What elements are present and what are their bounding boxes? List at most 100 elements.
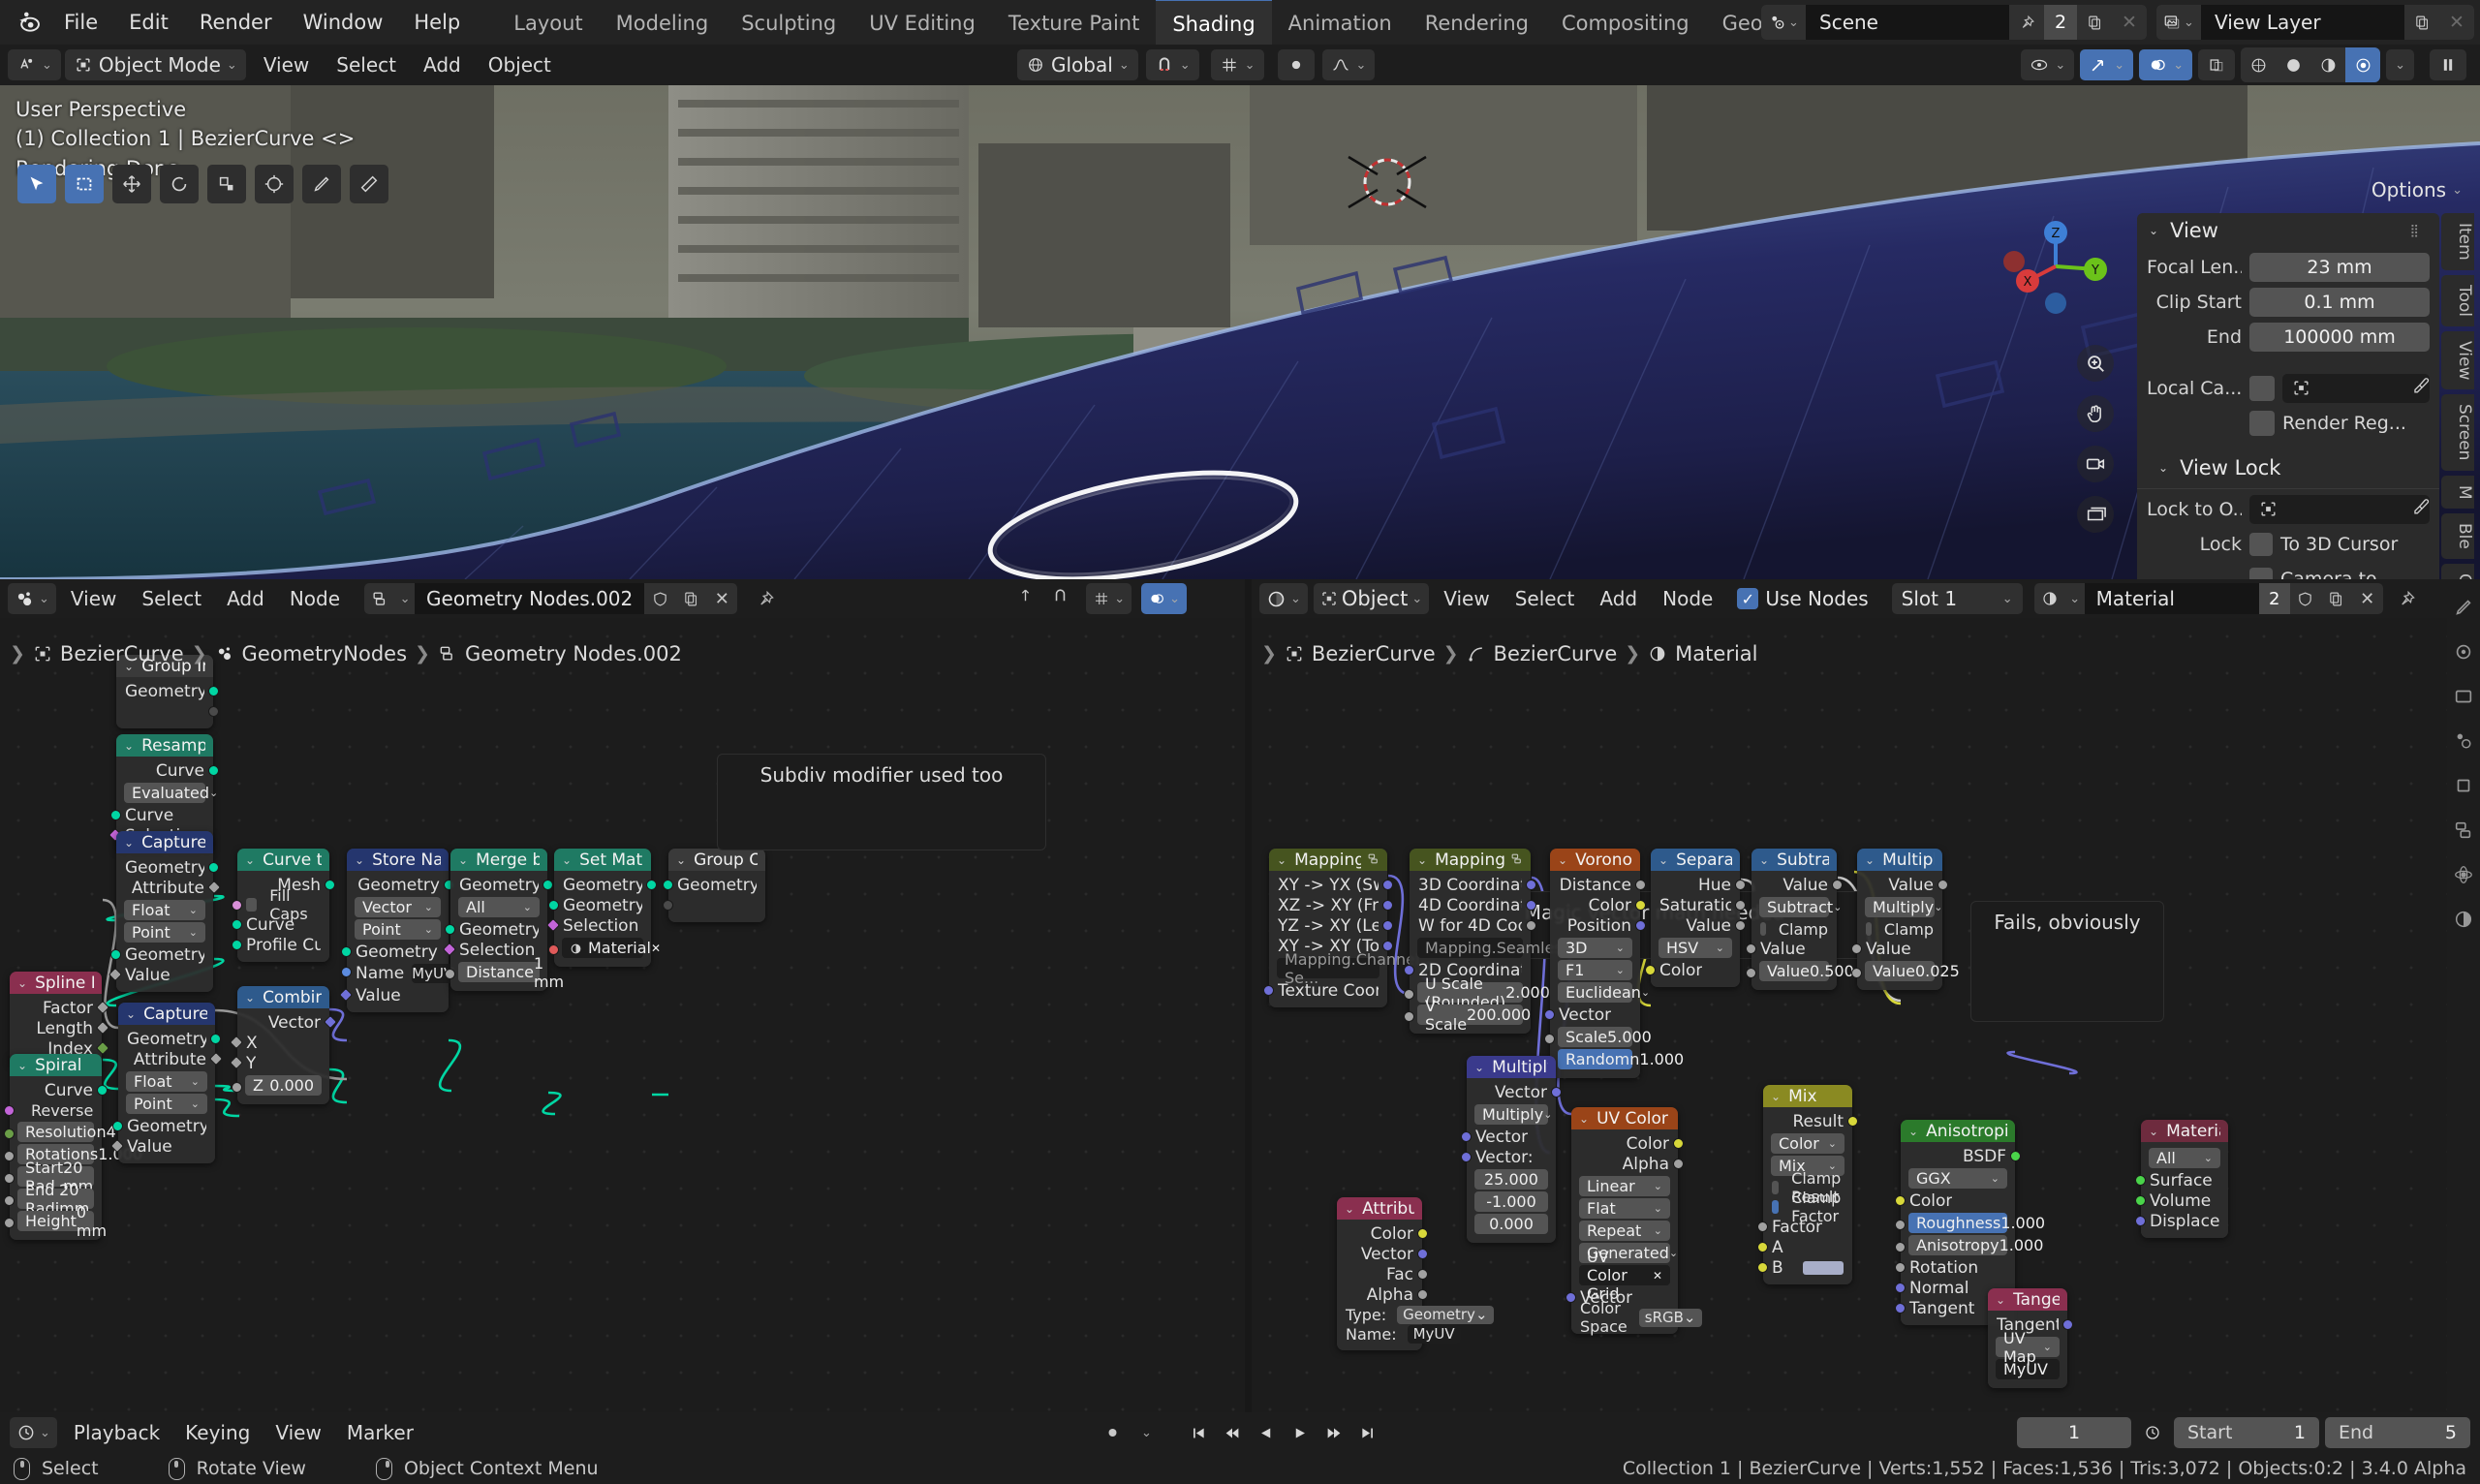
jump-to-end-icon[interactable] bbox=[1352, 1418, 1383, 1447]
node-group-output[interactable]: ⌄ Group Output Geometry bbox=[663, 849, 765, 922]
workspace-tab-shading[interactable]: Shading bbox=[1156, 0, 1272, 45]
node-dropdown[interactable]: Multiply ⌄ bbox=[1865, 897, 1942, 917]
editor-type-3dview-icon[interactable]: ⌄ bbox=[8, 49, 61, 80]
chevron-down-icon[interactable]: ⌄ bbox=[1474, 1061, 1484, 1074]
node-output-icon[interactable] bbox=[1016, 587, 1041, 610]
node-socket[interactable] bbox=[1551, 1087, 1562, 1098]
node-socket[interactable] bbox=[232, 940, 242, 950]
node-checkbox-row[interactable]: Reverse bbox=[4, 1100, 102, 1120]
play-reverse-icon[interactable] bbox=[1251, 1418, 1282, 1447]
panel-grip-icon[interactable]: ⣿ bbox=[2409, 224, 2420, 238]
transform-orientation-selector[interactable]: Global ⌄ bbox=[1017, 49, 1138, 80]
node-dropdown[interactable]: Flat ⌄ bbox=[1579, 1198, 1670, 1219]
eyedropper-icon[interactable] bbox=[2411, 377, 2430, 400]
node-snap-target-icon[interactable]: ⌄ bbox=[1086, 583, 1132, 614]
workspace-tab-modeling[interactable]: Modeling bbox=[600, 0, 726, 45]
node-name-row[interactable]: Name: MyUV bbox=[1337, 1324, 1461, 1344]
geometry-nodes-tree-name[interactable]: Geometry Nodes.002 bbox=[415, 583, 645, 614]
sh-menu-node[interactable]: Node bbox=[1650, 584, 1725, 613]
node-dropdown[interactable]: Color ⌄ bbox=[1771, 1133, 1844, 1154]
node-socket[interactable] bbox=[1461, 1131, 1472, 1142]
chevron-down-icon[interactable]: ⌄ bbox=[355, 853, 364, 867]
snap-icon[interactable]: ⌄ bbox=[1145, 49, 1199, 80]
node-value-field[interactable]: Randomn 1.000 bbox=[1558, 1049, 1684, 1069]
node-socket[interactable] bbox=[1544, 1034, 1555, 1044]
node-socket[interactable] bbox=[208, 686, 219, 696]
transform-tool-icon[interactable] bbox=[255, 165, 294, 203]
node-curve-to-mesh[interactable]: ⌄ Curve to MeshMeshFill CapsCurveProfile … bbox=[232, 849, 335, 962]
chevron-down-icon[interactable]: ⌄ bbox=[17, 1059, 27, 1072]
chevron-down-icon[interactable]: ⌄ bbox=[245, 991, 255, 1005]
node-vector-component[interactable]: -1.000 bbox=[1474, 1191, 1548, 1212]
node-separate-color[interactable]: ⌄ Separate Color HueSaturationValue HSV ⌄ Col… bbox=[1645, 849, 1746, 987]
node-socket[interactable] bbox=[232, 1082, 242, 1093]
node-dropdown[interactable]: HSV ⌄ bbox=[1658, 938, 1732, 958]
node-socket[interactable] bbox=[1735, 900, 1746, 911]
gn-menu-view[interactable]: View bbox=[58, 584, 129, 613]
material-slot-selector[interactable]: Slot 1 ⌄ bbox=[1891, 583, 2023, 614]
workspace-tab-layout[interactable]: Layout bbox=[497, 0, 599, 45]
gn-menu-add[interactable]: Add bbox=[214, 584, 277, 613]
new-datablock-icon[interactable] bbox=[675, 583, 707, 614]
workspace-tab-compositing[interactable]: Compositing bbox=[1545, 0, 1706, 45]
scene-close-icon[interactable]: ✕ bbox=[2112, 5, 2147, 40]
node-dropdown[interactable]: Evaluated ⌄ bbox=[124, 783, 218, 803]
node-socket[interactable] bbox=[646, 880, 657, 890]
proportional-edit-icon[interactable] bbox=[1277, 49, 1315, 80]
node-socket[interactable] bbox=[1746, 968, 1756, 978]
node-mapping-channel-separator[interactable]: ⌄Mapping.Channel SeparatorXY -> YX (Swap… bbox=[1263, 849, 1433, 1007]
node-merge-by-distance[interactable]: ⌄Merge by DistanceGeometryAll⌄GeometrySe… bbox=[442, 849, 564, 991]
shader-type-selector[interactable]: Object ⌄ bbox=[1313, 583, 1430, 614]
node-checkbox-row[interactable]: Clamp bbox=[1752, 919, 1837, 939]
workspace-tab-texture-paint[interactable]: Texture Paint bbox=[992, 0, 1157, 45]
node-socket[interactable] bbox=[1404, 989, 1414, 1000]
node-dropdown[interactable]: Point ⌄ bbox=[355, 919, 441, 940]
node-socket[interactable] bbox=[1417, 1269, 1428, 1280]
chevron-down-icon[interactable]: ⌄ bbox=[1277, 853, 1286, 867]
sh-breadcrumb-data[interactable]: BezierCurve bbox=[1494, 642, 1618, 665]
material-icon[interactable] bbox=[2033, 583, 2065, 614]
lock-to-object-field[interactable] bbox=[2249, 494, 2430, 524]
ortho-persp-toggle-icon[interactable] bbox=[2077, 496, 2114, 533]
jump-to-start-icon[interactable] bbox=[1183, 1418, 1214, 1447]
node-socket[interactable] bbox=[229, 1055, 244, 1070]
eyedropper-icon-2[interactable] bbox=[2411, 498, 2430, 521]
node-material-output[interactable]: ⌄ Material Output All ⌄ SurfaceVolumeDisplac… bbox=[2135, 1120, 2228, 1238]
node-checkbox-row[interactable]: Clamp bbox=[1857, 919, 1942, 939]
zoom-icon[interactable] bbox=[2077, 345, 2114, 382]
node-socket[interactable] bbox=[1735, 920, 1746, 931]
node-value-field[interactable]: Roughness 1.000 bbox=[1908, 1213, 2045, 1233]
sidebar-tab-screen[interactable]: Screen bbox=[2441, 394, 2474, 471]
sidebar-tab-tool[interactable]: Tool bbox=[2441, 274, 2474, 326]
node-socket[interactable] bbox=[208, 765, 219, 776]
node-dropdown[interactable]: Point ⌄ bbox=[126, 1094, 207, 1114]
node-socket[interactable] bbox=[95, 1020, 110, 1036]
node-socket[interactable] bbox=[208, 1051, 224, 1067]
viewlayer-close-icon[interactable]: ✕ bbox=[2439, 5, 2474, 40]
cursor-tool-icon[interactable] bbox=[17, 165, 56, 203]
node-socket[interactable] bbox=[341, 946, 352, 957]
node-socket[interactable] bbox=[4, 1195, 15, 1206]
jump-prev-keyframe-icon[interactable] bbox=[1217, 1418, 1248, 1447]
node-combine-xyz[interactable]: ⌄ Combine XYZ Vector XYZ 0.000 bbox=[229, 986, 338, 1104]
material-close-icon[interactable]: ✕ bbox=[2351, 583, 2383, 614]
timeline-menu-keying[interactable]: Keying bbox=[172, 1418, 263, 1447]
node-socket[interactable] bbox=[4, 1105, 15, 1116]
view-lock-header[interactable]: ⌄ View Lock bbox=[2137, 451, 2439, 484]
node-socket[interactable] bbox=[1895, 1195, 1906, 1206]
pause-icon[interactable] bbox=[2430, 49, 2466, 80]
timeline-editor-icon[interactable]: ⌄ bbox=[10, 1417, 57, 1448]
node-vector-component[interactable]: 25.000 bbox=[1474, 1169, 1548, 1190]
node-socket[interactable] bbox=[1417, 1249, 1428, 1259]
geometry-nodes-dropdown-caret[interactable]: ⌄ bbox=[395, 583, 416, 614]
view-layer-icon[interactable]: ⌄ bbox=[2156, 5, 2201, 40]
node-socket[interactable] bbox=[229, 1035, 244, 1050]
material-new-datablock-icon[interactable] bbox=[2320, 583, 2352, 614]
node-checkbox-row[interactable]: Fill Caps bbox=[232, 886, 329, 923]
material-preview-shading[interactable] bbox=[2310, 47, 2346, 82]
node-checkbox[interactable] bbox=[1866, 922, 1872, 936]
rotate-tool-icon[interactable] bbox=[160, 165, 199, 203]
node-uv-color-grid[interactable]: ⌄UV Color GridColorAlphaLinear⌄Flat⌄Repe… bbox=[1566, 1107, 1702, 1336]
node-multiply[interactable]: ⌄MultiplyValueMultiply⌄ClampValueValue0.… bbox=[1851, 849, 1960, 990]
node-dropdown[interactable]: Float ⌄ bbox=[126, 1071, 207, 1092]
